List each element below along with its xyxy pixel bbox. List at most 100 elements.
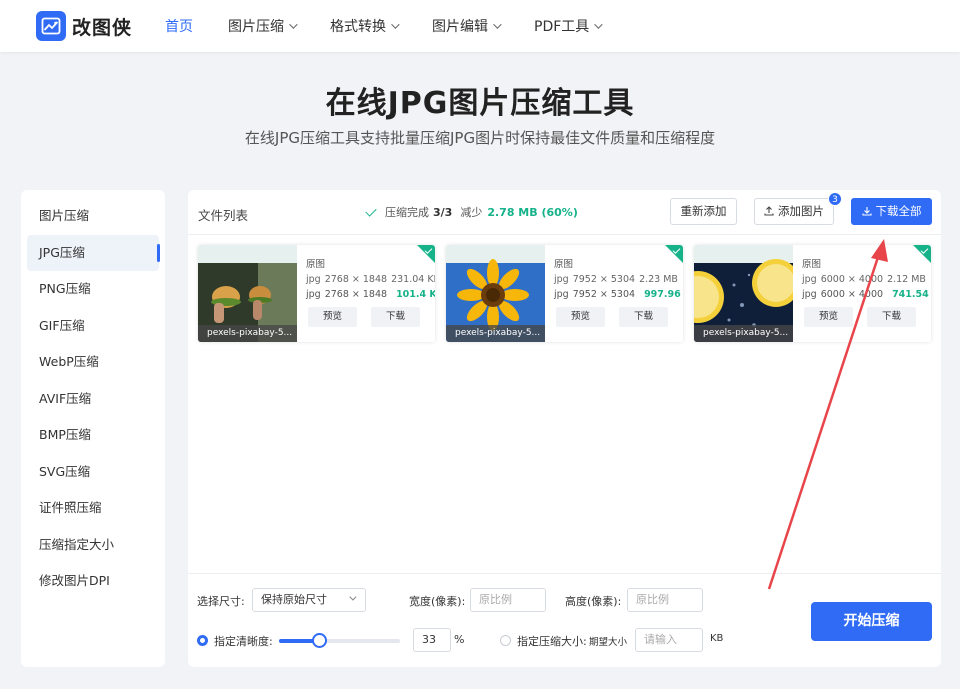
original-size: 2.23 MB (639, 274, 678, 285)
file-thumbnail[interactable]: pexels-pixabay-5... (198, 245, 297, 342)
file-name: pexels-pixabay-5... (694, 325, 793, 342)
brand-logo[interactable]: 改图侠 (36, 11, 132, 41)
saved-label: 减少 (460, 206, 483, 219)
compressed-meta: jpg6000 × 4000 741.54 KB (802, 287, 931, 302)
compress-settings: 选择尺寸: 保持原始尺寸 宽度(像素): 原比例 高度(像素): 原比例 指定清… (188, 573, 941, 667)
sidebar-item-label: PNG压缩 (39, 281, 91, 296)
target-size-radio[interactable] (500, 635, 511, 646)
add-image-button[interactable]: 添加图片 (754, 198, 834, 225)
file-card: pexels-pixabay-5... 原图 jpg 7952 × 5304 2.2… (446, 245, 683, 342)
clarity-radio[interactable] (197, 635, 208, 646)
original-meta: jpg2768 × 1848231.04 KB (306, 272, 435, 287)
re-add-button[interactable]: 重新添加 (670, 198, 737, 225)
compressed-format: jpg (306, 289, 321, 300)
sidebar-item-label: 修改图片DPI (39, 573, 110, 588)
nav-pdf-tools[interactable]: PDF工具 (534, 16, 603, 36)
chevron-down-icon (289, 20, 298, 29)
chevron-down-icon (594, 20, 603, 29)
size-label: 选择尺寸: (197, 595, 245, 608)
check-icon (365, 204, 377, 217)
file-info: 原图 jpg 7952 × 5304 2.23 MB jpg 7952 × 5304 9… (554, 257, 683, 302)
clarity-value-input[interactable]: 33 (413, 628, 451, 652)
status-label: 压缩完成 (385, 206, 429, 219)
sidebar-item-label: GIF压缩 (39, 317, 85, 333)
clarity-label: 指定清晰度: (214, 635, 273, 648)
original-dimensions: 2768 × 1848 (324, 274, 388, 285)
download-all-label: 下载全部 (875, 204, 922, 218)
original-format: jpg (802, 274, 817, 285)
sidebar-item-compress-to-size[interactable]: 压缩指定大小 (27, 527, 159, 564)
original-format: jpg (554, 274, 569, 285)
preview-button[interactable]: 预览 (556, 307, 605, 327)
file-thumbnail[interactable]: pexels-pixabay-5... (694, 245, 793, 342)
upload-icon (764, 205, 774, 216)
file-info: 原图 jpg2768 × 1848231.04 KB jpg2768 × 184… (306, 257, 435, 302)
original-size: 2.12 MB (887, 274, 926, 285)
add-image-label: 添加图片 (778, 204, 824, 218)
original-dimensions: 7952 × 5304 (572, 274, 636, 285)
original-label: 原图 (554, 259, 574, 270)
compressed-format: jpg (802, 289, 817, 300)
file-name: pexels-pixabay-5... (198, 325, 297, 342)
nav-image-edit[interactable]: 图片编辑 (432, 16, 502, 36)
nav-format-convert[interactable]: 格式转换 (330, 16, 400, 36)
file-count-badge: 3 (828, 192, 842, 206)
compressed-size: 997.96 KB (644, 289, 683, 300)
logo-icon (36, 11, 66, 41)
sidebar-item-jpg-compress[interactable]: JPG压缩 (27, 234, 160, 271)
original-dimensions: 6000 × 4000 (820, 274, 884, 285)
compressed-meta: jpg7952 × 5304 997.96 KB (554, 287, 683, 302)
original-meta: jpg 7952 × 5304 2.23 MB (554, 272, 683, 287)
nav-home-label: 首页 (165, 19, 193, 35)
nav-home[interactable]: 首页 (165, 16, 193, 36)
start-compress-button[interactable]: 开始压缩 (811, 602, 932, 641)
compressed-dimensions: 7952 × 5304 (572, 289, 636, 300)
sidebar-item-change-dpi[interactable]: 修改图片DPI (27, 563, 159, 600)
height-input[interactable]: 原比例 (627, 588, 703, 612)
sidebar-item-id-photo-compress[interactable]: 证件照压缩 (27, 490, 159, 527)
width-label: 宽度(像素): (409, 595, 466, 608)
download-all-button[interactable]: 下载全部 (851, 198, 932, 225)
compressed-meta: jpg2768 × 1848 101.4 KB (306, 287, 435, 302)
file-panel: 文件列表 压缩完成 3/3 减少 2.78 MB (60%) 重新添加 添加图片… (188, 190, 941, 667)
target-size-hint: 期望大小 (589, 637, 628, 648)
file-list-header: 文件列表 压缩完成 3/3 减少 2.78 MB (60%) 重新添加 添加图片… (188, 190, 941, 235)
original-meta: jpg 6000 × 4000 2.12 MB (802, 272, 931, 287)
nav-format-convert-label: 格式转换 (330, 19, 386, 35)
sidebar-item-avif-compress[interactable]: AVIF压缩 (27, 381, 159, 418)
download-icon (861, 206, 872, 216)
compressed-size: 101.4 KB (396, 289, 435, 300)
file-card: pexels-pixabay-5... 原图 jpg 6000 × 4000 2.1… (694, 245, 931, 342)
sidebar-item-label: 压缩指定大小 (39, 536, 115, 552)
width-input[interactable]: 原比例 (470, 588, 546, 612)
sidebar-item-bmp-compress[interactable]: BMP压缩 (27, 417, 159, 454)
clarity-slider[interactable] (279, 633, 400, 648)
sidebar-item-image-compress[interactable]: 图片压缩 (27, 198, 159, 235)
target-size-label: 指定压缩大小: (517, 635, 587, 648)
clarity-slider-handle[interactable] (311, 633, 327, 648)
chevron-down-icon (349, 593, 357, 601)
chevron-down-icon (391, 20, 400, 29)
sidebar-item-svg-compress[interactable]: SVG压缩 (27, 454, 159, 491)
compress-status: 压缩完成 3/3 减少 2.78 MB (60%) (365, 204, 578, 220)
sidebar-item-gif-compress[interactable]: GIF压缩 (27, 308, 159, 345)
height-label: 高度(像素): (565, 595, 622, 608)
sidebar-item-webp-compress[interactable]: WebP压缩 (27, 344, 159, 381)
target-size-input[interactable]: 请输入 (635, 628, 703, 652)
tool-sidebar: 图片压缩 JPG压缩 PNG压缩 GIF压缩 WebP压缩 AVIF压缩 BMP… (21, 190, 165, 667)
download-button[interactable]: 下载 (619, 307, 668, 327)
top-navbar: 改图侠 首页 图片压缩 格式转换 图片编辑 PDF工具 (0, 0, 960, 52)
download-button[interactable]: 下载 (867, 307, 916, 327)
file-name: pexels-pixabay-5... (446, 325, 545, 342)
preview-button[interactable]: 预览 (804, 307, 853, 327)
sidebar-item-png-compress[interactable]: PNG压缩 (27, 271, 159, 308)
nav-image-compress[interactable]: 图片压缩 (228, 16, 298, 36)
preview-button[interactable]: 预览 (308, 307, 357, 327)
download-button[interactable]: 下载 (371, 307, 420, 327)
size-select[interactable]: 保持原始尺寸 (252, 588, 366, 612)
brand-name: 改图侠 (72, 16, 133, 39)
compressed-size: 741.54 KB (892, 289, 931, 300)
original-format: jpg (306, 274, 321, 285)
sidebar-item-label: 图片压缩 (39, 208, 90, 223)
file-thumbnail[interactable]: pexels-pixabay-5... (446, 245, 545, 342)
